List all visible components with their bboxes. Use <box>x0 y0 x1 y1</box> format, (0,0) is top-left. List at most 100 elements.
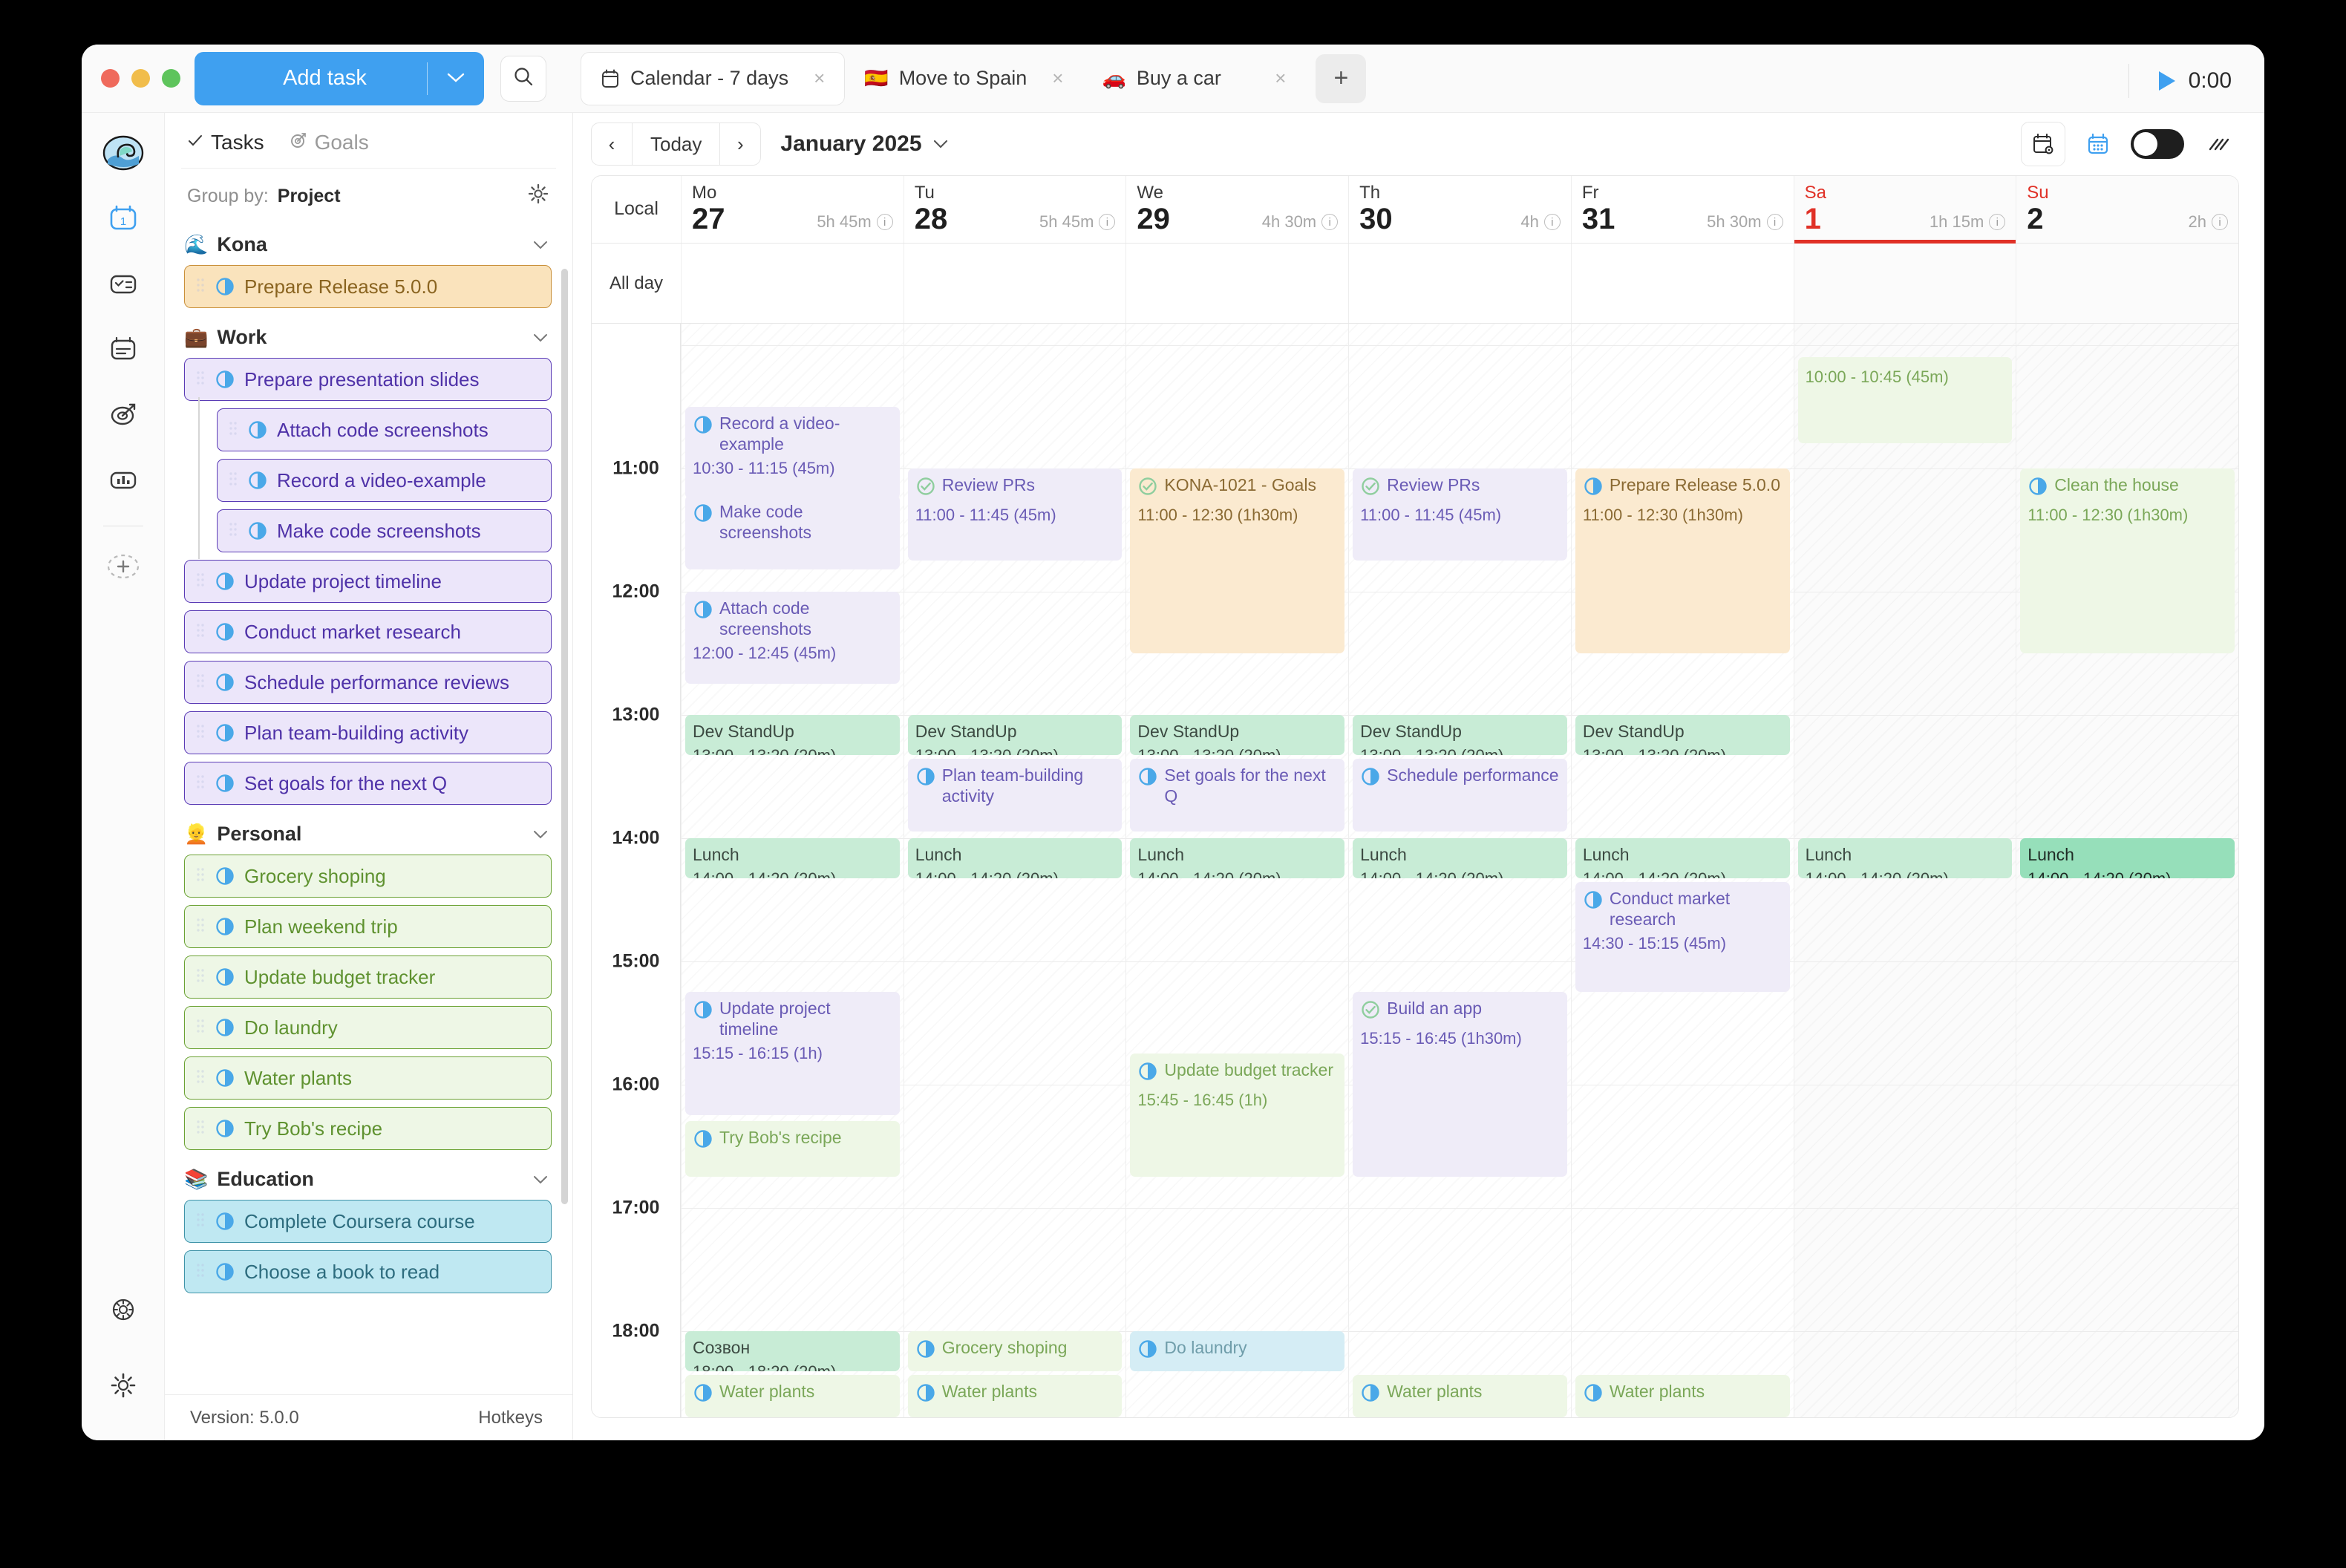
half-circle-icon[interactable] <box>693 414 713 440</box>
day-column-fr[interactable]: Prepare Release 5.0.0 11:00 - 12:30 (1h30… <box>1570 324 1794 1417</box>
prev-week-button[interactable]: ‹ <box>592 123 632 165</box>
hotkeys-link[interactable]: Hotkeys <box>478 1408 543 1428</box>
half-circle-icon[interactable] <box>1360 1382 1381 1408</box>
rail-item-notes[interactable] <box>97 322 150 376</box>
calendar-event[interactable]: KONA-1021 - Goals 11:00 - 12:30 (1h30m) <box>1130 468 1345 653</box>
rail-add-button[interactable] <box>97 540 150 593</box>
half-circle-icon[interactable] <box>1583 476 1604 501</box>
sidebar-tab-goals[interactable]: Goals <box>290 131 369 154</box>
drag-handle-icon[interactable] <box>195 370 206 389</box>
task-item[interactable]: Choose a book to read <box>184 1250 552 1293</box>
calendar-event[interactable]: Water plants <box>1575 1375 1790 1417</box>
hatch-pattern-button[interactable] <box>2195 122 2239 166</box>
drag-handle-icon[interactable] <box>195 572 206 591</box>
calendar-event[interactable]: Water plants <box>907 1375 1123 1417</box>
calendar-event[interactable]: Attach code screenshots 12:00 - 12:45 (45… <box>685 591 900 685</box>
calendar-scroll-area[interactable]: 11:00 12:00 13:00 14:00 15:00 16:00 17:00 18:00… <box>592 324 2238 1417</box>
sidebar-tab-tasks[interactable]: Tasks <box>187 131 264 154</box>
calendar-event[interactable]: Dev StandUp 13:00 - 13:20 (20m) <box>1130 714 1345 756</box>
half-circle-icon[interactable] <box>1583 889 1604 915</box>
group-by-value[interactable]: Project <box>278 186 341 207</box>
half-circle-icon[interactable] <box>2028 476 2048 501</box>
task-item[interactable]: Record a video-example <box>198 448 552 509</box>
next-week-button[interactable]: › <box>720 123 760 165</box>
all-day-cell[interactable] <box>1570 244 1794 324</box>
day-column-su[interactable]: Clean the house 11:00 - 12:30 (1h30m) Lunc… <box>2016 324 2238 1417</box>
calendar-event[interactable]: Lunch 14:00 - 14:20 (20m) <box>1130 837 1345 879</box>
today-button[interactable]: Today <box>632 123 721 165</box>
half-circle-icon[interactable] <box>247 520 268 541</box>
task-item[interactable]: Make code screenshots <box>198 498 552 559</box>
close-icon[interactable]: × <box>1027 67 1063 90</box>
task-item[interactable]: Water plants <box>184 1056 552 1100</box>
day-column-mo[interactable]: Record a video-example 10:30 - 11:15 (45m… <box>681 324 904 1417</box>
calendar-event[interactable]: Prepare Release 5.0.0 11:00 - 12:30 (1h30… <box>1575 468 1790 653</box>
half-circle-icon[interactable] <box>215 276 235 297</box>
half-circle-icon[interactable] <box>215 916 235 937</box>
day-header-fr[interactable]: Fr 31 5h 30m i <box>1570 176 1794 244</box>
day-column-sa[interactable]: 10:00 - 10:45 (45m) Lunch 14:00 - 14:20 (2… <box>1793 324 2016 1417</box>
all-day-cell[interactable] <box>681 244 904 324</box>
info-icon[interactable]: i <box>2212 214 2228 231</box>
sidebar-scrollbar[interactable] <box>561 269 568 1204</box>
half-circle-icon[interactable] <box>215 773 235 794</box>
half-circle-icon[interactable] <box>215 1118 235 1139</box>
drag-handle-icon[interactable] <box>195 673 206 692</box>
day-header-tu[interactable]: Tu 28 5h 45m i <box>903 176 1126 244</box>
calendar-event[interactable]: Update budget tracker 15:45 - 16:45 (1h) <box>1130 1054 1345 1177</box>
half-circle-icon[interactable] <box>215 1017 235 1038</box>
half-circle-icon[interactable] <box>215 967 235 987</box>
rail-item-stats[interactable] <box>97 453 150 506</box>
day-header-th[interactable]: Th 30 4h i <box>1348 176 1571 244</box>
calendar-event[interactable]: Lunch 14:00 - 14:20 (20m) <box>907 837 1123 879</box>
check-circle-icon[interactable] <box>1360 476 1381 501</box>
workspace-logo[interactable] <box>97 126 150 180</box>
day-header-we[interactable]: We 29 4h 30m i <box>1125 176 1348 244</box>
maximize-window-button[interactable] <box>162 69 180 88</box>
info-icon[interactable]: i <box>1543 214 1561 231</box>
play-icon[interactable] <box>2158 71 2175 91</box>
add-task-button[interactable]: Add task <box>195 51 484 105</box>
calendar-event[interactable]: Lunch 14:00 - 14:20 (20m) <box>2020 837 2235 879</box>
task-item[interactable]: Set goals for the next Q <box>184 762 552 805</box>
calendar-event[interactable]: Record a video-example 10:30 - 11:15 (45m… <box>685 406 900 500</box>
calendar-event[interactable]: Review PRs 11:00 - 11:45 (45m) <box>1353 468 1567 561</box>
half-circle-icon[interactable] <box>1137 766 1158 791</box>
calendar-event[interactable]: Conduct market research 14:30 - 15:15 (45… <box>1575 882 1790 993</box>
drag-handle-icon[interactable] <box>195 277 206 296</box>
day-header-mo[interactable]: Mo 27 5h 45m i <box>681 176 904 244</box>
chevron-down-icon[interactable] <box>532 1170 549 1189</box>
calendar-event[interactable]: Dev StandUp 13:00 - 13:20 (20m) <box>1575 714 1790 756</box>
info-icon[interactable]: i <box>1099 214 1116 231</box>
chevron-down-icon[interactable] <box>532 328 549 347</box>
tab-move-to-spain[interactable]: 🇪🇸 Move to Spain × <box>845 52 1082 105</box>
day-column-th[interactable]: Review PRs 11:00 - 11:45 (45m) Dev StandUp… <box>1348 324 1571 1417</box>
new-tab-button[interactable]: + <box>1316 53 1367 103</box>
calendar-event[interactable]: Созвон 18:00 - 18:20 (20m) <box>685 1330 900 1372</box>
task-item[interactable]: Plan weekend trip <box>184 905 552 948</box>
drag-handle-icon[interactable] <box>195 1119 206 1138</box>
calendar-event[interactable]: Schedule performance <box>1353 759 1567 832</box>
drag-handle-icon[interactable] <box>195 1068 206 1088</box>
half-circle-icon[interactable] <box>693 599 713 624</box>
close-window-button[interactable] <box>101 69 120 88</box>
calendar-event[interactable]: Dev StandUp 13:00 - 13:20 (20m) <box>685 714 900 756</box>
check-circle-icon[interactable] <box>1137 476 1158 501</box>
task-item[interactable]: Prepare presentation slides <box>184 358 552 401</box>
calendar-event[interactable]: Lunch 14:00 - 14:20 (20m) <box>685 837 900 879</box>
task-item[interactable]: Update project timeline <box>184 560 552 603</box>
calendar-view-button[interactable] <box>2076 122 2120 166</box>
task-item[interactable]: Conduct market research <box>184 610 552 653</box>
dark-mode-toggle[interactable] <box>2131 129 2184 159</box>
half-circle-icon[interactable] <box>915 1339 936 1364</box>
half-circle-icon[interactable] <box>215 621 235 642</box>
task-item[interactable]: Schedule performance reviews <box>184 661 552 704</box>
calendar-event[interactable]: Review PRs 11:00 - 11:45 (45m) <box>907 468 1123 561</box>
rail-item-goals[interactable] <box>97 388 150 441</box>
calendar-event[interactable]: Update project timeline 15:15 - 16:15 (1h… <box>685 992 900 1116</box>
calendar-event[interactable]: Dev StandUp 13:00 - 13:20 (20m) <box>907 714 1123 756</box>
minimize-window-button[interactable] <box>131 69 150 88</box>
drag-handle-icon[interactable] <box>195 917 206 936</box>
calendar-event[interactable]: Dev StandUp 13:00 - 13:20 (20m) <box>1353 714 1567 756</box>
calendar-event[interactable]: Do laundry <box>1130 1330 1345 1372</box>
